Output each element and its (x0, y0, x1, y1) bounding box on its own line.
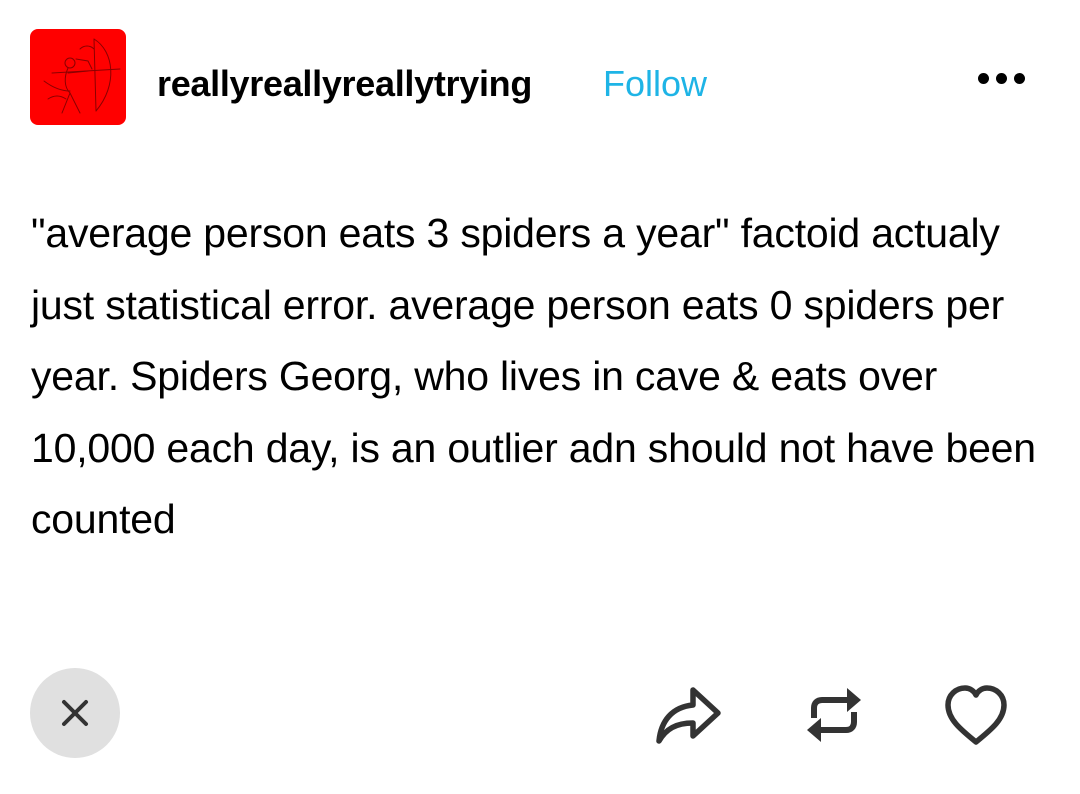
username-link[interactable]: reallyreallyreallytrying (157, 62, 532, 106)
more-options-icon[interactable] (968, 66, 1034, 90)
share-icon (656, 687, 721, 744)
reblog-icon (807, 688, 861, 742)
more-dot (995, 72, 1007, 84)
archer-drawing-icon (43, 38, 121, 114)
follow-button[interactable]: Follow (603, 62, 707, 106)
post-header: reallyreallyreallytrying Follow (0, 0, 1080, 160)
post-body: "average person eats 3 spiders a year" f… (31, 198, 1051, 556)
heart-icon (945, 685, 1007, 745)
close-icon (62, 700, 88, 726)
share-button[interactable] (652, 680, 724, 750)
post-text: "average person eats 3 spiders a year" f… (31, 210, 1036, 542)
like-button[interactable] (940, 680, 1012, 750)
more-dot (977, 72, 989, 84)
more-dot (1013, 72, 1025, 84)
reblog-button[interactable] (798, 680, 870, 750)
avatar[interactable] (30, 29, 126, 125)
close-button[interactable] (30, 668, 120, 758)
